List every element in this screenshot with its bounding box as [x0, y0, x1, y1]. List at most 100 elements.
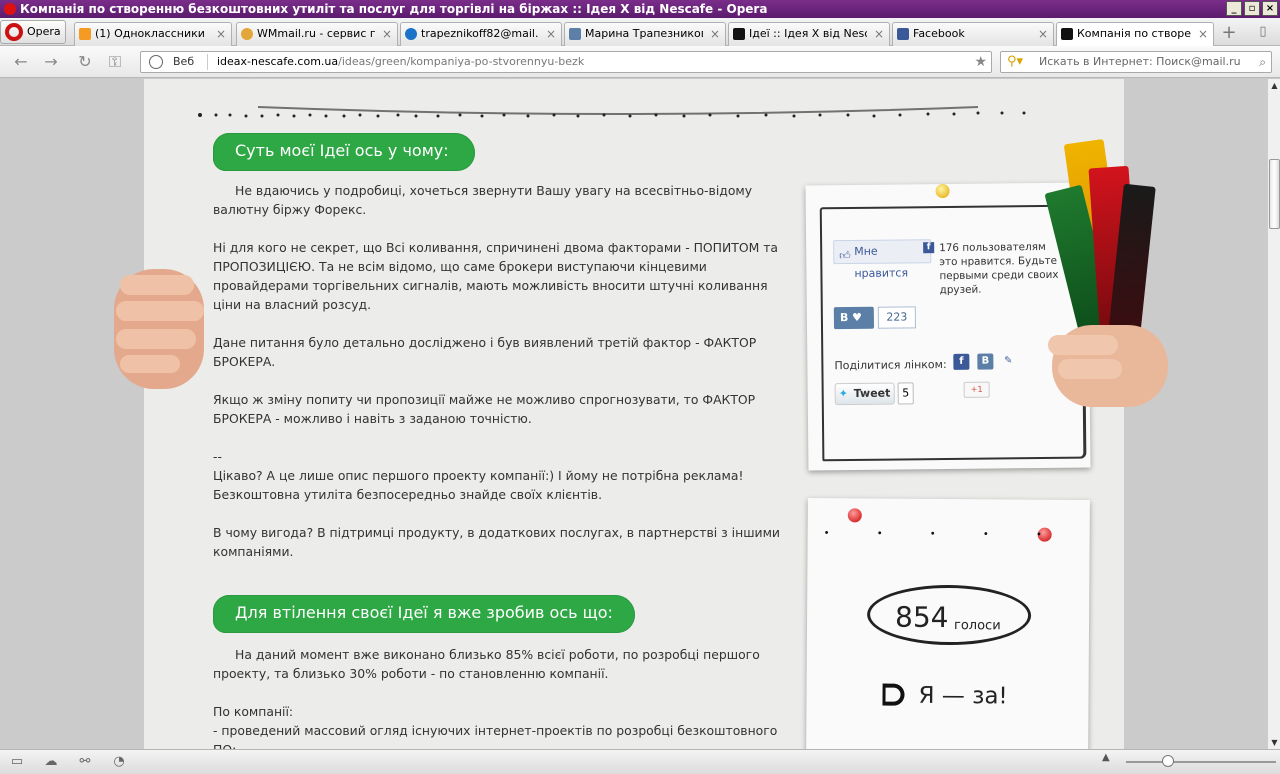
search-field[interactable]: ⚲▾ Искать в Интернет: Поиск@mail.ru ⌕ — [1000, 51, 1272, 73]
navigation-bar: ← → ↻ ⚿ Веб ideax-nescafe.com.ua/ideas/g… — [0, 46, 1280, 78]
search-engine-icon[interactable]: ⚲▾ — [1007, 52, 1023, 72]
tab-label: Марина Трапезникова — [585, 27, 703, 40]
panel-toggle-icon[interactable]: ▭ — [8, 754, 26, 770]
opera-link-icon[interactable]: ⚯ — [76, 754, 94, 770]
paragraph: Дане питання було детально досліджено і … — [213, 335, 757, 369]
tab-wmmail[interactable]: WMmail.ru - сервис по... × — [236, 22, 398, 46]
close-tab-icon[interactable]: × — [1198, 23, 1208, 45]
section-heading-idea: Суть моєї Ідеї ось у чому: — [213, 133, 475, 171]
scroll-up-arrow-icon[interactable]: ▲ — [1269, 80, 1280, 91]
share-facebook-icon[interactable]: f — [953, 353, 970, 370]
vote-count: 854 — [894, 600, 949, 635]
address-url[interactable]: ideax-nescafe.com.ua/ideas/green/kompani… — [217, 52, 584, 72]
window-titlebar: Компанія по створенню безкоштовних утилі… — [0, 0, 1280, 18]
close-tab-icon[interactable]: × — [546, 23, 556, 45]
tab-label: WMmail.ru - сервис по... — [257, 27, 375, 40]
window-title: Компанія по створенню безкоштовних утилі… — [20, 2, 768, 16]
tab-odnoklassniki[interactable]: (1) Одноклассники × — [74, 22, 232, 46]
close-tab-icon[interactable]: × — [382, 23, 392, 45]
paragraph: На даний момент вже виконано близько 85%… — [213, 647, 760, 681]
vote-for-button[interactable]: Я — за! — [882, 682, 1008, 710]
article-text-block-2: На даний момент вже виконано близько 85%… — [213, 645, 787, 749]
share-label: Поділитися лінком: — [834, 358, 947, 373]
red-pushpin-icon — [847, 508, 862, 523]
heart-icon: ♥ — [852, 310, 863, 325]
opera-logo-icon — [4, 3, 16, 15]
share-vk-icon[interactable]: B — [977, 353, 994, 370]
scroll-thumb[interactable] — [1269, 159, 1280, 229]
scroll-down-arrow-icon[interactable]: ▼ — [1269, 737, 1280, 748]
odnoklassniki-icon — [79, 28, 91, 40]
tweet-count: 5 — [897, 382, 914, 405]
tab-label: Ідеї :: Ідея X від Nesc... — [749, 27, 867, 40]
status-bar: ▭ ☁ ⚯ ◔ ▲ — [0, 749, 1280, 774]
tab-bar: Opera (1) Одноклассники × WMmail.ru - се… — [0, 18, 1280, 47]
article-text-block-1: Не вдаючись у подробиці, хочеться зверну… — [213, 181, 787, 580]
maximize-button[interactable]: ▫ — [1244, 1, 1260, 16]
search-placeholder: Искать в Интернет: Поиск@mail.ru — [1039, 55, 1241, 68]
tab-label: Компанія по створен... — [1077, 27, 1191, 40]
bookmark-star-icon[interactable]: ★ — [974, 52, 987, 72]
social-share-card: 👍︎ Мне нравится f 176 пользователям это … — [805, 182, 1091, 471]
paragraph: В чому вигода? В підтримці продукту, в д… — [213, 525, 780, 559]
address-separator — [207, 54, 208, 70]
tab-vkontakte[interactable]: Марина Трапезникова × — [564, 22, 726, 46]
zoom-slider[interactable]: ▲ — [1102, 752, 1276, 767]
yellow-pushpin-icon — [935, 183, 950, 199]
wand-key-icon[interactable]: ⚿ — [104, 52, 126, 72]
share-livejournal-pencil-icon[interactable]: ✎ — [1000, 353, 1016, 369]
paragraph: По компанії: - проведений массовий огляд… — [213, 704, 778, 749]
google-plus-one-button[interactable]: +1 — [963, 381, 990, 398]
vote-count-label: голоси — [953, 618, 1001, 634]
decorative-dotted-line — [198, 105, 1038, 119]
vk-icon — [569, 28, 581, 40]
close-button[interactable]: × — [1262, 1, 1278, 16]
vote-button-label: Я — за! — [918, 682, 1008, 710]
fb-text: 176 пользователям это нравится. Будьте п… — [939, 240, 1059, 297]
minimize-button[interactable]: _ — [1226, 1, 1242, 16]
thumbs-up-icon: 👍︎ — [839, 249, 851, 263]
zoom-out-icon[interactable]: ▲ — [1102, 752, 1110, 763]
page-viewport: Суть моєї Ідеї ось у чому: Не вдаючись у… — [0, 79, 1267, 749]
tab-mailru[interactable]: trapeznikoff82@mail.r... × — [400, 22, 562, 46]
url-host: ideax-nescafe.com.ua — [217, 55, 339, 68]
zoom-slider-knob[interactable] — [1162, 755, 1174, 767]
url-path: /ideas/green/kompaniya-po-stvorennyu-bez… — [338, 55, 585, 68]
like-label: Мне нравится — [854, 244, 909, 280]
facebook-like-button[interactable]: 👍︎ Мне нравится — [833, 239, 932, 280]
opera-unite-cloud-icon[interactable]: ☁ — [42, 754, 60, 770]
address-bar[interactable]: Веб ideax-nescafe.com.ua/ideas/green/kom… — [140, 51, 992, 73]
close-tab-icon[interactable]: × — [710, 23, 720, 45]
paragraph: -- Цікаво? А це лише опис першого проект… — [213, 449, 744, 502]
close-tab-icon[interactable]: × — [1038, 23, 1048, 45]
facebook-icon: f — [923, 242, 935, 254]
tab-ideas[interactable]: Ідеї :: Ідея X від Nesc... × — [728, 22, 890, 46]
tab-facebook[interactable]: Facebook × — [892, 22, 1054, 46]
window-controls: _ ▫ × — [1226, 1, 1278, 16]
new-tab-button[interactable]: + — [1218, 24, 1240, 44]
vk-like-button[interactable]: В ♥ — [833, 306, 875, 330]
turbo-gauge-icon[interactable]: ◔ — [110, 754, 128, 770]
decorative-dots: • • • • • • • • • • — [823, 528, 1074, 540]
vertical-scrollbar[interactable]: ▲ ▼ — [1267, 79, 1280, 749]
ideax-icon — [733, 28, 745, 40]
search-icon[interactable]: ⌕ — [1259, 52, 1266, 72]
mailru-at-icon — [405, 28, 417, 40]
back-icon[interactable]: ← — [10, 52, 32, 72]
facebook-like-count-text: f 176 пользователям это нравится. Будьте… — [923, 240, 1060, 297]
vk-label: В — [839, 311, 849, 325]
tweet-button[interactable]: ✦ Tweet — [834, 382, 895, 406]
paragraph: Якщо ж зміну попиту чи пропозиції майже … — [213, 392, 756, 426]
tab-company-active[interactable]: Компанія по створен... × — [1056, 22, 1214, 47]
trash-icon[interactable]: ▯ — [1254, 24, 1272, 42]
page-content: Суть моєї Ідеї ось у чому: Не вдаючись у… — [114, 79, 1168, 749]
vote-card: • • • • • • • • • • 854 голоси Я — за! — [806, 498, 1090, 749]
paragraph: Не вдаючись у подробиці, хочеться зверну… — [213, 183, 753, 217]
twitter-bird-icon: ✦ — [838, 387, 848, 401]
opera-menu-button[interactable]: Opera — [0, 20, 66, 44]
forward-icon[interactable]: → — [40, 52, 62, 72]
facebook-icon — [897, 28, 909, 40]
close-tab-icon[interactable]: × — [874, 23, 884, 45]
reload-icon[interactable]: ↻ — [74, 52, 96, 72]
close-tab-icon[interactable]: × — [216, 23, 226, 45]
